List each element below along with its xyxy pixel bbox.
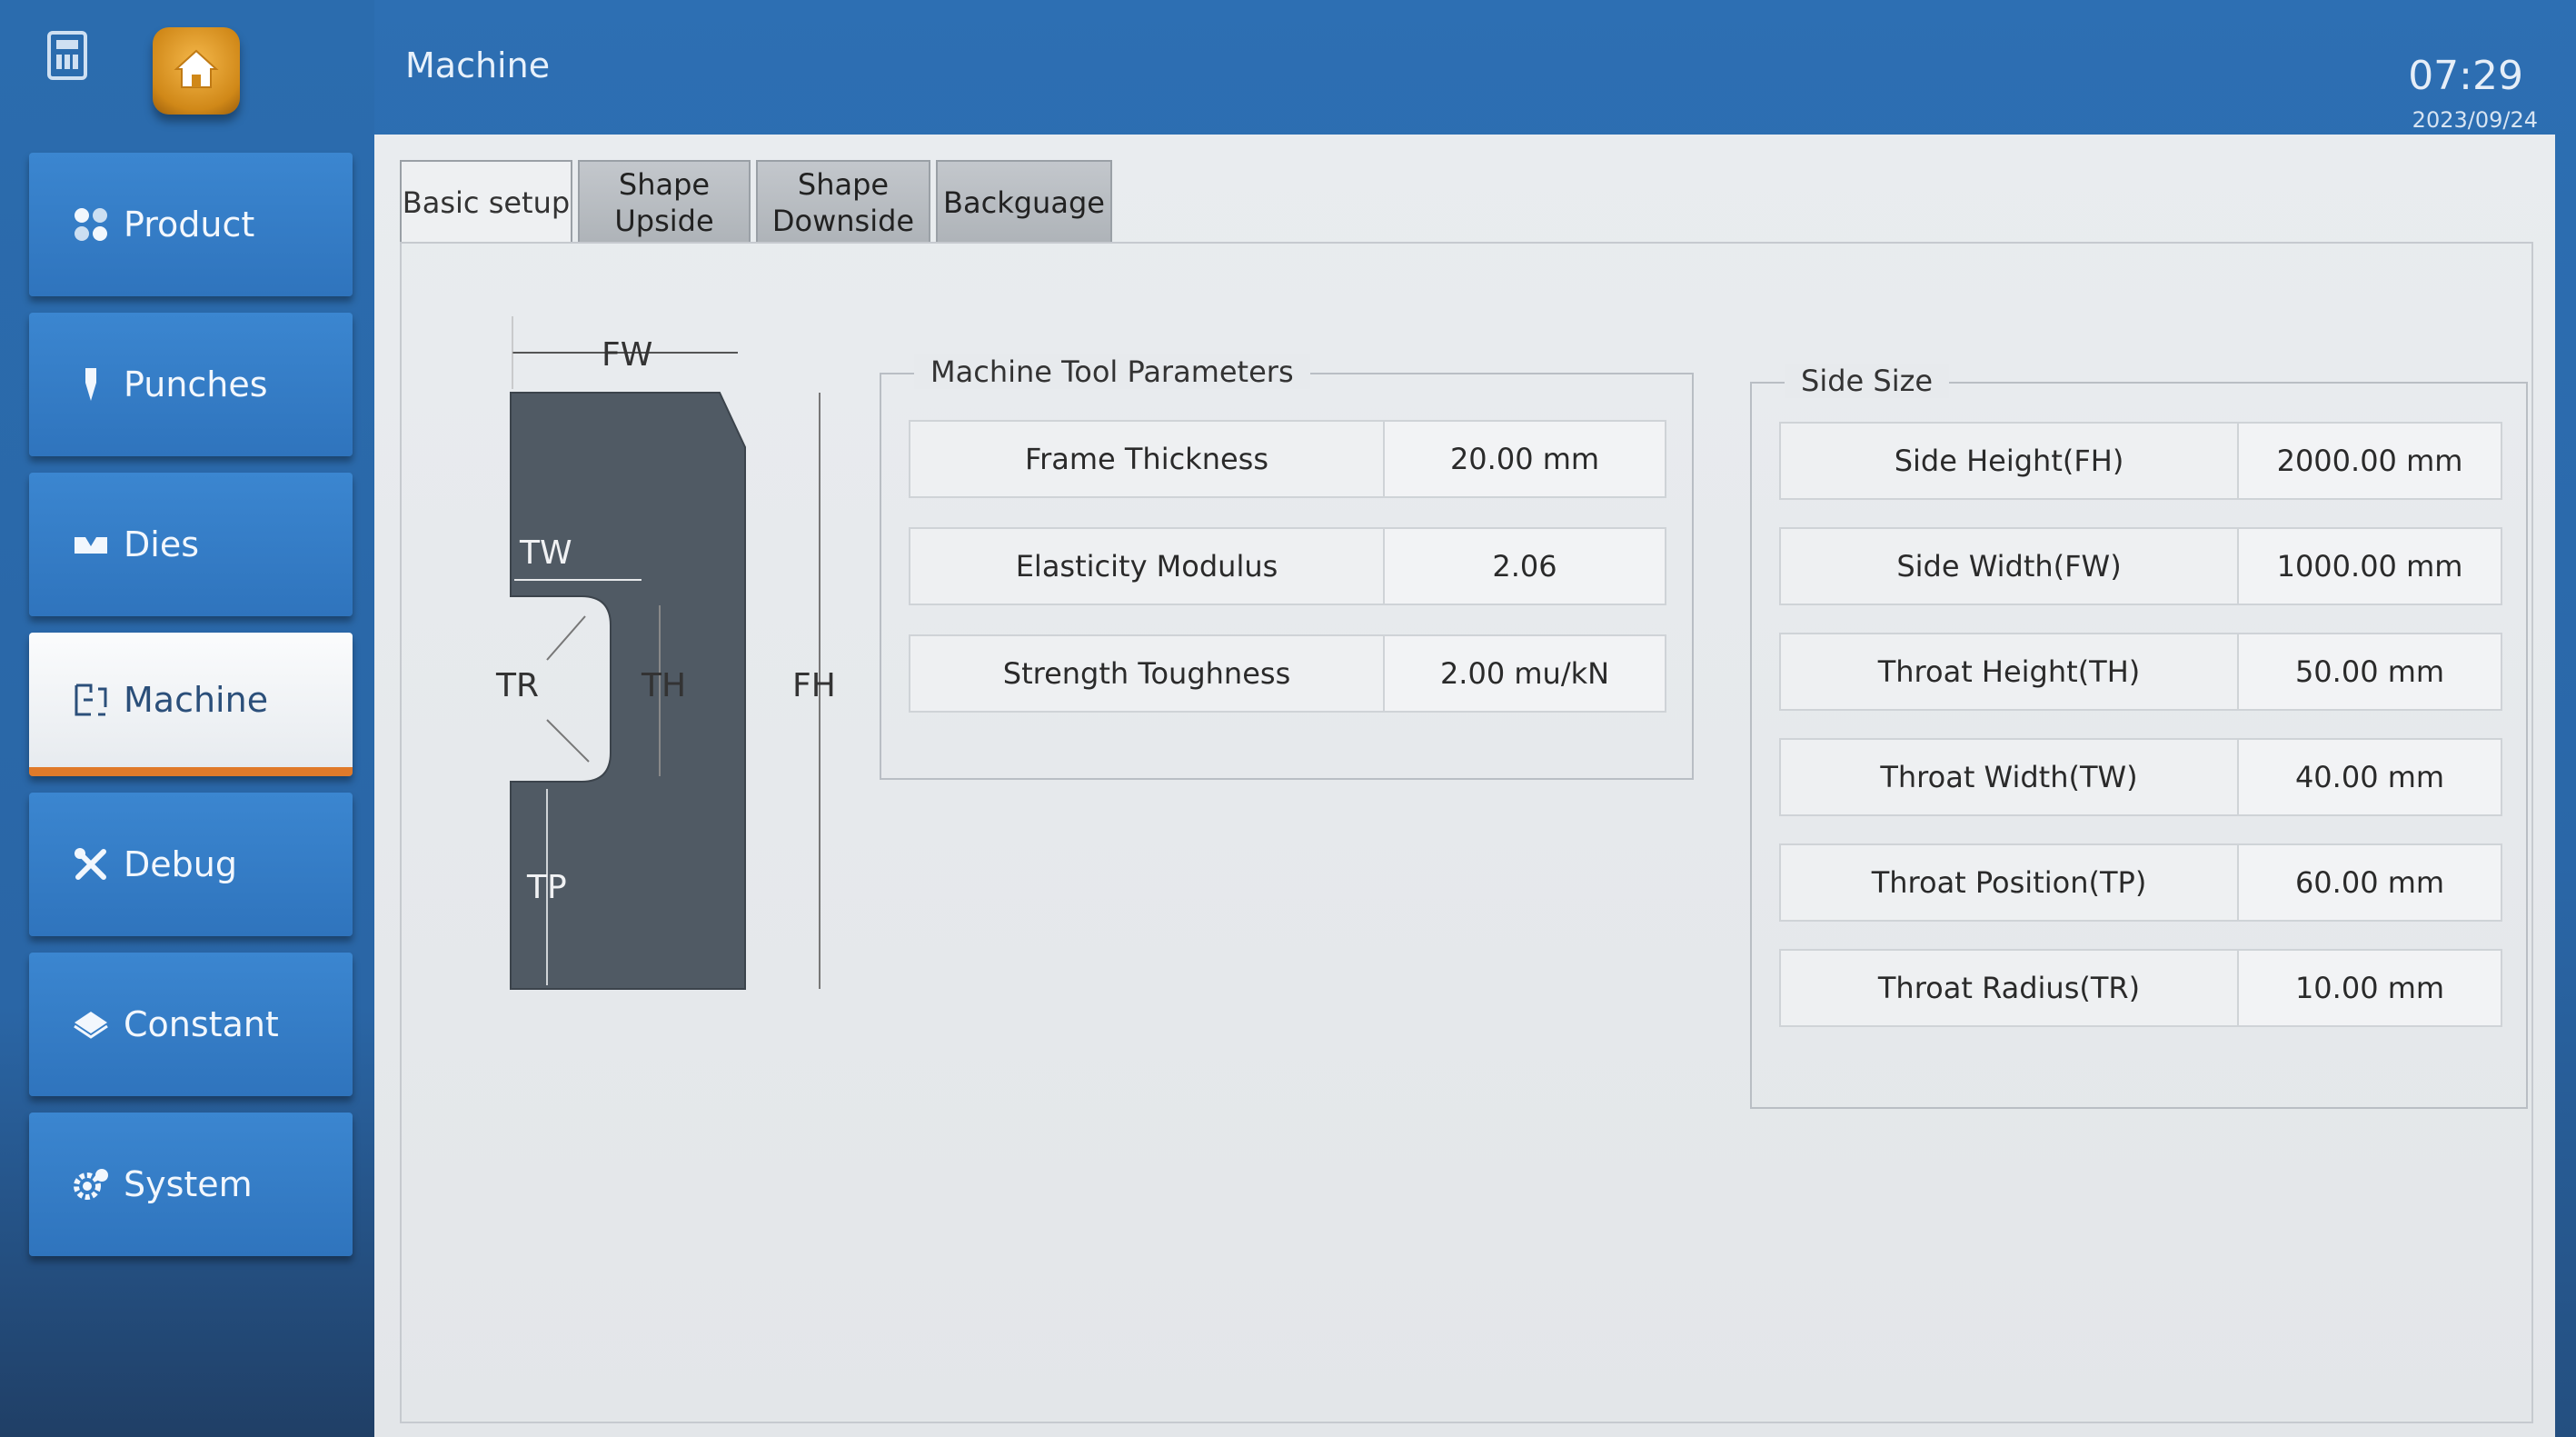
sidebar-item-punches[interactable]: Punches bbox=[29, 313, 353, 456]
tab-shape-upside[interactable]: Shape Upside bbox=[578, 160, 751, 244]
side-label: Side Width(FW) bbox=[1779, 527, 2239, 605]
tr-label: TR bbox=[495, 667, 539, 704]
side-value-field[interactable]: 40.00 mm bbox=[2239, 738, 2502, 816]
tab-backguage[interactable]: Backguage bbox=[936, 160, 1112, 244]
tab-basic-setup[interactable]: Basic setup bbox=[400, 160, 572, 244]
diamond-icon bbox=[67, 1001, 114, 1048]
param-value-field[interactable]: 20.00 mm bbox=[1385, 420, 1666, 498]
side-row-side-width: Side Width(FW) 1000.00 mm bbox=[1779, 527, 2502, 605]
sidebar-item-label: Debug bbox=[124, 844, 237, 884]
home-icon[interactable] bbox=[153, 27, 240, 115]
machine-icon bbox=[67, 676, 114, 723]
side-label: Throat Height(TH) bbox=[1779, 633, 2239, 711]
tw-label: TW bbox=[519, 534, 572, 572]
sidebar-item-label: Punches bbox=[124, 364, 268, 404]
tp-label: TP bbox=[526, 869, 567, 906]
tools-icon bbox=[67, 841, 114, 888]
clock-time: 07:29 bbox=[2408, 53, 2523, 99]
param-row-frame-thickness: Frame Thickness 20.00 mm bbox=[909, 420, 1666, 498]
tab-shape-downside[interactable]: Shape Downside bbox=[756, 160, 930, 244]
tab-bar: Basic setup Shape Upside Shape Downside … bbox=[400, 160, 1118, 244]
side-size-title: Side Size bbox=[1785, 364, 1950, 398]
side-value-field[interactable]: 1000.00 mm bbox=[2239, 527, 2502, 605]
sidebar-item-label: Product bbox=[124, 205, 255, 244]
clock-date: 2023/09/24 bbox=[2412, 107, 2538, 133]
param-row-elasticity-modulus: Elasticity Modulus 2.06 bbox=[909, 527, 1666, 605]
side-value-field[interactable]: 60.00 mm bbox=[2239, 843, 2502, 922]
param-label: Frame Thickness bbox=[909, 420, 1385, 498]
side-row-side-height: Side Height(FH) 2000.00 mm bbox=[1779, 422, 2502, 500]
sidebar-item-debug[interactable]: Debug bbox=[29, 793, 353, 936]
content-panel: Basic setup Shape Upside Shape Downside … bbox=[374, 135, 2555, 1437]
machine-tool-parameters-title: Machine Tool Parameters bbox=[914, 354, 1310, 389]
tr-leader-lower bbox=[546, 719, 590, 763]
sidebar-item-product[interactable]: Product bbox=[29, 153, 353, 296]
side-label: Throat Radius(TR) bbox=[1779, 949, 2239, 1027]
side-label: Throat Width(TW) bbox=[1779, 738, 2239, 816]
th-label: TH bbox=[641, 667, 686, 704]
page-title: Machine bbox=[405, 45, 551, 85]
side-row-throat-height: Throat Height(TH) 50.00 mm bbox=[1779, 633, 2502, 711]
side-value-field[interactable]: 2000.00 mm bbox=[2239, 422, 2502, 500]
param-value-field[interactable]: 2.06 bbox=[1385, 527, 1666, 605]
product-icon bbox=[67, 201, 114, 248]
system-gear-icon bbox=[67, 1161, 114, 1208]
sidebar-item-label: Machine bbox=[124, 680, 269, 720]
sidebar-item-constant[interactable]: Constant bbox=[29, 953, 353, 1096]
sidebar-item-dies[interactable]: Dies bbox=[29, 473, 353, 616]
side-label: Throat Position(TP) bbox=[1779, 843, 2239, 922]
param-label: Elasticity Modulus bbox=[909, 527, 1385, 605]
side-frame-diagram: FW FH TW TH TR TP bbox=[483, 316, 865, 1007]
die-icon bbox=[67, 521, 114, 568]
fh-label: FH bbox=[792, 667, 836, 704]
side-label: Side Height(FH) bbox=[1779, 422, 2239, 500]
tr-leader-upper bbox=[546, 615, 586, 661]
side-row-throat-radius: Throat Radius(TR) 10.00 mm bbox=[1779, 949, 2502, 1027]
machine-tool-parameters-group: Machine Tool Parameters Frame Thickness … bbox=[880, 354, 1694, 780]
sidebar-item-machine[interactable]: Machine bbox=[29, 633, 353, 776]
sidebar-item-label: System bbox=[124, 1164, 253, 1204]
side-value-field[interactable]: 50.00 mm bbox=[2239, 633, 2502, 711]
sidebar-item-system[interactable]: System bbox=[29, 1113, 353, 1256]
fw-label: FW bbox=[602, 336, 652, 374]
param-value-field[interactable]: 2.00 mu/kN bbox=[1385, 634, 1666, 713]
sidebar-item-label: Constant bbox=[124, 1004, 279, 1044]
sidebar: Product Punches Dies Machine Debug Const… bbox=[0, 0, 374, 1437]
param-label: Strength Toughness bbox=[909, 634, 1385, 713]
side-row-throat-position: Throat Position(TP) 60.00 mm bbox=[1779, 843, 2502, 922]
param-row-strength-toughness: Strength Toughness 2.00 mu/kN bbox=[909, 634, 1666, 713]
sidebar-item-label: Dies bbox=[124, 524, 199, 564]
side-value-field[interactable]: 10.00 mm bbox=[2239, 949, 2502, 1027]
calculator-icon[interactable] bbox=[47, 31, 87, 80]
side-row-throat-width: Throat Width(TW) 40.00 mm bbox=[1779, 738, 2502, 816]
punch-icon bbox=[67, 361, 114, 408]
side-size-group: Side Size Side Height(FH) 2000.00 mm Sid… bbox=[1750, 364, 2528, 1109]
